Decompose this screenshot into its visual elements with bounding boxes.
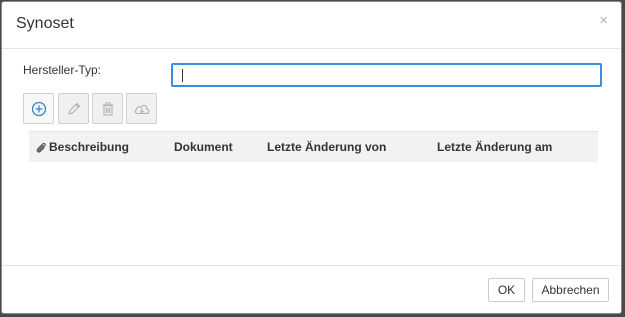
dialog-footer: OK Abbrechen <box>2 265 621 313</box>
table-header: Beschreibung Dokument Letzte Änderung vo… <box>29 131 598 162</box>
delete-button[interactable] <box>92 93 123 124</box>
cancel-button[interactable]: Abbrechen <box>532 278 609 302</box>
column-header-letzte-aenderung-am[interactable]: Letzte Änderung am <box>437 140 552 154</box>
manufacturer-type-input[interactable] <box>171 63 602 87</box>
add-circle-icon <box>31 101 46 116</box>
edit-button[interactable] <box>58 93 89 124</box>
pencil-icon <box>67 102 80 115</box>
cloud-download-icon <box>134 104 149 114</box>
add-button[interactable] <box>23 93 54 124</box>
column-header-letzte-aenderung-von[interactable]: Letzte Änderung von <box>267 140 386 154</box>
synoset-dialog: Synoset × Hersteller-Typ: Beschreibung D… <box>1 1 622 314</box>
dialog-header: Synoset × <box>2 2 621 49</box>
trash-icon <box>102 102 113 116</box>
close-icon[interactable]: × <box>599 13 608 29</box>
download-button[interactable] <box>126 93 157 124</box>
paperclip-icon <box>36 142 46 153</box>
column-header-beschreibung[interactable]: Beschreibung <box>49 140 129 154</box>
text-caret <box>182 69 183 82</box>
ok-button[interactable]: OK <box>488 278 525 302</box>
column-header-dokument[interactable]: Dokument <box>174 140 233 154</box>
manufacturer-type-label: Hersteller-Typ: <box>23 63 102 77</box>
dialog-title: Synoset <box>16 15 74 32</box>
